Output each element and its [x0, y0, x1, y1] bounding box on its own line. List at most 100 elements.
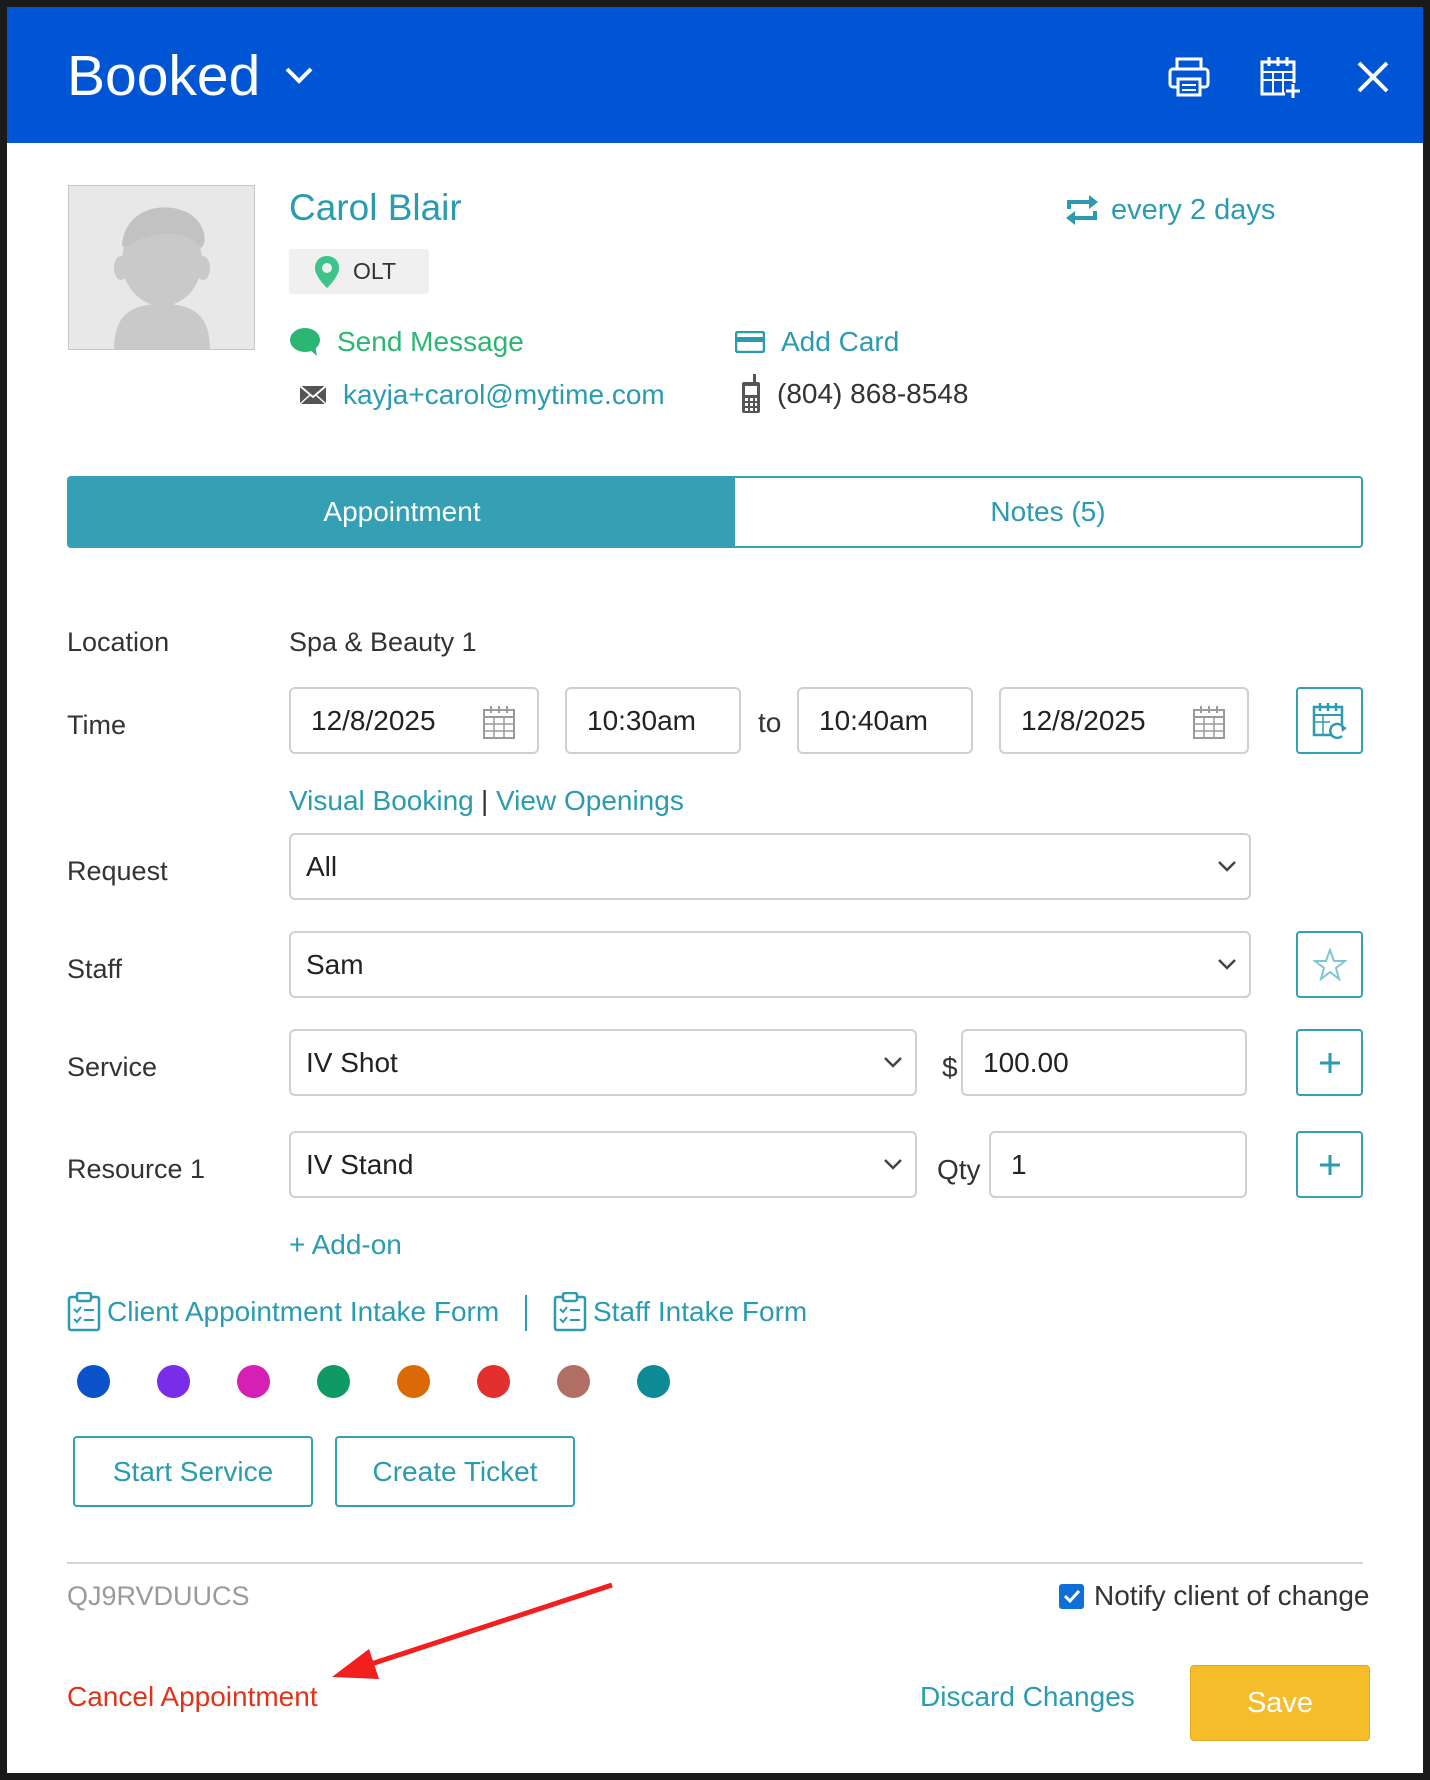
checkmark-icon	[1063, 1589, 1080, 1604]
end-date-field[interactable]: 12/8/2025	[999, 687, 1249, 754]
color-swatch[interactable]	[477, 1365, 510, 1398]
close-icon[interactable]	[1351, 55, 1395, 99]
form-divider	[525, 1295, 527, 1331]
calendar-icon[interactable]	[483, 705, 515, 739]
resource-select[interactable]: IV Stand	[289, 1131, 917, 1198]
plus-icon	[1319, 1154, 1340, 1175]
end-time-value: 10:40am	[819, 704, 928, 736]
color-swatch[interactable]	[557, 1365, 590, 1398]
color-swatch[interactable]	[637, 1365, 670, 1398]
calendar-repeat-icon	[1312, 702, 1347, 739]
location-label: Location	[67, 627, 170, 657]
request-value: All	[306, 850, 338, 882]
modal-header: Booked	[7, 7, 1423, 143]
send-message-label: Send Message	[337, 326, 524, 357]
color-swatch[interactable]	[237, 1365, 270, 1398]
star-icon	[1312, 947, 1347, 982]
appointment-code: QJ9RVDUUCS	[67, 1581, 250, 1611]
status-title[interactable]: Booked	[67, 43, 260, 109]
start-time-field[interactable]: 10:30am	[565, 687, 741, 754]
clipboard-icon	[67, 1292, 101, 1332]
chat-bubble-icon	[290, 328, 320, 356]
add-card-label: Add Card	[781, 326, 900, 357]
avatar[interactable]	[68, 185, 255, 350]
staff-intake-form-link[interactable]: Staff Intake Form	[553, 1292, 807, 1332]
plus-icon	[1319, 1052, 1340, 1073]
qty-field[interactable]: 1	[989, 1131, 1247, 1198]
request-select[interactable]: All	[289, 833, 1251, 900]
add-resource-button[interactable]	[1296, 1131, 1363, 1198]
email-link[interactable]: kayja+carol@mytime.com	[299, 379, 665, 411]
favorite-staff-button[interactable]	[1296, 931, 1363, 998]
price-value: 100.00	[983, 1046, 1069, 1078]
chevron-down-icon	[1218, 959, 1236, 970]
notify-checkbox-row[interactable]: Notify client of change	[1059, 1580, 1370, 1612]
staff-intake-form-label: Staff Intake Form	[593, 1296, 808, 1327]
send-message-link[interactable]: Send Message	[289, 326, 524, 358]
client-intake-form-link[interactable]: Client Appointment Intake Form	[67, 1292, 499, 1332]
end-date-value: 12/8/2025	[1021, 704, 1146, 736]
footer-divider	[67, 1562, 1363, 1564]
add-on-link[interactable]: + Add-on	[289, 1229, 402, 1261]
cancel-appointment-link[interactable]: Cancel Appointment	[67, 1681, 318, 1713]
map-pin-icon	[315, 255, 339, 288]
credit-card-icon	[735, 331, 765, 353]
qty-label: Qty	[937, 1154, 981, 1185]
start-service-button[interactable]: Start Service	[73, 1436, 313, 1507]
color-swatch[interactable]	[77, 1365, 110, 1398]
location-badge: OLT	[289, 249, 429, 294]
chevron-down-icon[interactable]	[284, 65, 314, 85]
client-intake-form-label: Client Appointment Intake Form	[107, 1296, 500, 1327]
printer-icon[interactable]	[1167, 55, 1211, 99]
recurring-calendar-button[interactable]	[1296, 687, 1363, 754]
calendar-add-icon[interactable]	[1259, 55, 1303, 99]
clipboard-icon	[553, 1292, 587, 1332]
location-badge-label: OLT	[353, 258, 397, 284]
service-label: Service	[67, 1052, 158, 1082]
location-value: Spa & Beauty 1	[289, 627, 477, 657]
resource-value: IV Stand	[306, 1148, 414, 1180]
discard-changes-link[interactable]: Discard Changes	[920, 1681, 1135, 1713]
create-ticket-button[interactable]: Create Ticket	[335, 1436, 575, 1507]
phone-row: (804) 868-8548	[741, 374, 968, 414]
service-value: IV Shot	[306, 1046, 398, 1078]
end-time-field[interactable]: 10:40am	[797, 687, 973, 754]
add-card-link[interactable]: Add Card	[735, 326, 899, 358]
recurrence-label: every 2 days	[1111, 193, 1276, 226]
currency-label: $	[942, 1052, 958, 1083]
appointment-modal: Booked Carol Blair every 2 days OLT Send…	[7, 7, 1423, 1773]
color-swatch[interactable]	[317, 1365, 350, 1398]
tab-notes[interactable]: Notes (5)	[735, 478, 1361, 546]
start-date-field[interactable]: 12/8/2025	[289, 687, 539, 754]
tab-appointment[interactable]: Appointment	[69, 478, 735, 546]
start-time-value: 10:30am	[587, 704, 696, 736]
notify-label: Notify client of change	[1094, 1580, 1370, 1611]
to-label: to	[758, 707, 782, 738]
start-date-value: 12/8/2025	[311, 704, 436, 736]
notify-checkbox[interactable]	[1059, 1583, 1084, 1609]
annotation-arrow-icon	[332, 1582, 613, 1679]
phone-label: (804) 868-8548	[777, 378, 969, 409]
visual-booking-link[interactable]: Visual Booking	[289, 785, 474, 817]
chevron-down-icon	[884, 1159, 902, 1170]
service-select[interactable]: IV Shot	[289, 1029, 917, 1096]
recurrence-link[interactable]: every 2 days	[1063, 193, 1275, 227]
calendar-icon[interactable]	[1193, 705, 1225, 739]
add-service-button[interactable]	[1296, 1029, 1363, 1096]
price-field[interactable]: 100.00	[961, 1029, 1247, 1096]
view-openings-link[interactable]: View Openings	[496, 785, 684, 817]
color-swatch[interactable]	[157, 1365, 190, 1398]
link-separator: |	[481, 785, 489, 816]
email-label: kayja+carol@mytime.com	[343, 379, 665, 410]
qty-value: 1	[1011, 1148, 1027, 1180]
color-swatch[interactable]	[397, 1365, 430, 1398]
tab-bar: Appointment Notes (5)	[67, 476, 1363, 548]
chevron-down-icon	[1218, 861, 1236, 872]
save-button[interactable]: Save	[1190, 1665, 1370, 1741]
client-name[interactable]: Carol Blair	[289, 187, 462, 229]
staff-select[interactable]: Sam	[289, 931, 1251, 998]
chevron-down-icon	[884, 1057, 902, 1068]
envelope-icon	[299, 385, 327, 405]
request-label: Request	[67, 856, 168, 886]
repeat-icon	[1066, 195, 1098, 225]
